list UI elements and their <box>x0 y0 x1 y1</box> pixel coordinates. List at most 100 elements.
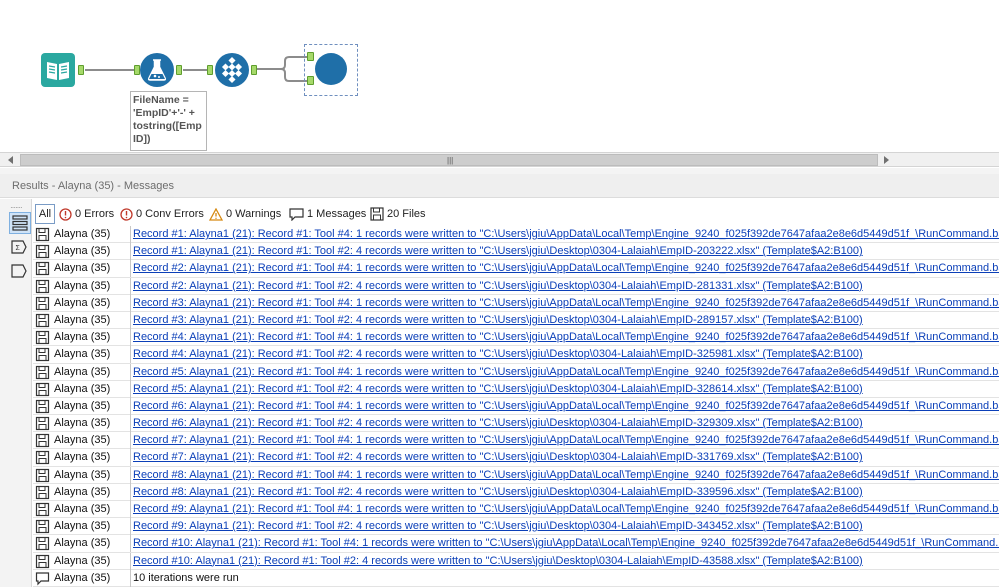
input-anchor[interactable] <box>207 65 213 75</box>
column-divider <box>130 363 131 381</box>
input-anchor[interactable] <box>307 76 314 85</box>
results-title: Results - Alayna (35) - Messages <box>0 174 999 198</box>
filter-files-button[interactable]: 20 Files <box>370 204 426 224</box>
message-link[interactable]: Record #2: Alayna1 (21): Record #1: Tool… <box>133 280 863 292</box>
message-link[interactable]: Record #10: Alayna1 (21): Record #1: Too… <box>133 555 863 567</box>
source-tool: Alayna (35) <box>54 554 111 567</box>
input-anchor[interactable] <box>307 52 314 61</box>
table-row[interactable]: Alayna (35) Record #5: Alayna1 (21): Rec… <box>33 380 999 398</box>
column-divider <box>130 226 131 243</box>
message-link[interactable]: Record #3: Alayna1 (21): Record #1: Tool… <box>133 314 863 326</box>
source-tool: Alayna (35) <box>54 279 111 292</box>
column-divider <box>130 483 131 501</box>
filter-errors-button[interactable]: 0 Errors <box>59 204 114 224</box>
message-link[interactable]: Record #5: Alayna1 (21): Record #1: Tool… <box>133 366 999 378</box>
browse-icon <box>315 53 347 85</box>
file-save-icon <box>35 519 51 534</box>
source-tool: Alayna (35) <box>54 296 111 309</box>
message-link[interactable]: Record #2: Alayna1 (21): Record #1: Tool… <box>133 262 999 274</box>
table-row[interactable]: Alayna (35) Record #4: Alayna1 (21): Rec… <box>33 329 999 347</box>
message-link[interactable]: Record #1: Alayna1 (21): Record #1: Tool… <box>133 245 863 257</box>
column-divider <box>130 329 131 347</box>
message-link[interactable]: Record #7: Alayna1 (21): Record #1: Tool… <box>133 451 863 463</box>
scroll-left-icon[interactable] <box>8 156 13 164</box>
source-tool: Alayna (35) <box>54 571 111 584</box>
source-tool: Alayna (35) <box>54 520 111 533</box>
file-save-icon <box>370 207 384 221</box>
column-divider <box>130 243 131 261</box>
table-row[interactable]: Alayna (35) Record #6: Alayna1 (21): Rec… <box>33 415 999 433</box>
message-link[interactable]: Record #1: Alayna1 (21): Record #1: Tool… <box>133 228 999 240</box>
browse-tool[interactable] <box>314 52 348 86</box>
book-icon <box>41 53 75 87</box>
connection-line <box>85 69 135 71</box>
message-link[interactable]: Record #6: Alayna1 (21): Record #1: Tool… <box>133 400 999 412</box>
message-link[interactable]: Record #4: Alayna1 (21): Record #1: Tool… <box>133 348 863 360</box>
column-divider <box>130 277 131 295</box>
messages-view-button[interactable] <box>9 212 31 234</box>
warning-icon <box>209 207 223 221</box>
table-row[interactable]: Alayna (35) Record #10: Alayna1 (21): Re… <box>33 535 999 553</box>
column-divider <box>130 466 131 484</box>
drag-handle-icon[interactable]: ······· <box>10 203 23 212</box>
message-link[interactable]: Record #9: Alayna1 (21): Record #1: Tool… <box>133 520 863 532</box>
table-row[interactable]: Alayna (35) Record #1: Alayna1 (21): Rec… <box>33 226 999 244</box>
message-link[interactable]: Record #5: Alayna1 (21): Record #1: Tool… <box>133 383 863 395</box>
message-link[interactable]: Record #4: Alayna1 (21): Record #1: Tool… <box>133 331 999 343</box>
summary-view-button[interactable] <box>9 261 31 283</box>
message-link[interactable]: Record #3: Alayna1 (21): Record #1: Tool… <box>133 297 999 309</box>
table-row[interactable]: Alayna (35) Record #7: Alayna1 (21): Rec… <box>33 449 999 467</box>
tag-view-button[interactable]: Σ <box>9 237 31 259</box>
scroll-right-icon[interactable] <box>884 156 889 164</box>
table-row[interactable]: Alayna (35) Record #8: Alayna1 (21): Rec… <box>33 466 999 484</box>
flask-icon <box>140 53 174 87</box>
table-row[interactable]: Alayna (35) Record #10: Alayna1 (21): Re… <box>33 552 999 570</box>
message-link[interactable]: Record #8: Alayna1 (21): Record #1: Tool… <box>133 486 863 498</box>
table-row[interactable]: Alayna (35) Record #9: Alayna1 (21): Rec… <box>33 518 999 536</box>
output-anchor[interactable] <box>78 65 84 75</box>
table-row[interactable]: Alayna (35) Record #7: Alayna1 (21): Rec… <box>33 432 999 450</box>
batch-macro-tool[interactable] <box>214 52 250 88</box>
table-row[interactable]: Alayna (35) Record #3: Alayna1 (21): Rec… <box>33 311 999 330</box>
output-anchor[interactable] <box>176 65 182 75</box>
file-save-icon <box>35 468 51 483</box>
filter-warnings-button[interactable]: 0 Warnings <box>209 204 281 224</box>
table-row[interactable]: Alayna (35) Record #6: Alayna1 (21): Rec… <box>33 397 999 416</box>
table-row[interactable]: Alayna (35) Record #2: Alayna1 (21): Rec… <box>33 277 999 295</box>
canvas-horizontal-scrollbar[interactable]: ||| <box>0 152 999 167</box>
message-icon <box>35 571 51 586</box>
table-row[interactable]: Alayna (35) Record #4: Alayna1 (21): Rec… <box>33 346 999 364</box>
message-link[interactable]: Record #6: Alayna1 (21): Record #1: Tool… <box>133 417 863 429</box>
source-tool: Alayna (35) <box>54 417 111 430</box>
input-data-tool[interactable] <box>41 53 75 87</box>
table-row[interactable]: Alayna (35) Record #1: Alayna1 (21): Rec… <box>33 243 999 261</box>
table-row[interactable]: Alayna (35) Record #3: Alayna1 (21): Rec… <box>33 294 999 312</box>
table-row[interactable]: Alayna (35) Record #2: Alayna1 (21): Rec… <box>33 260 999 278</box>
table-row[interactable]: Alayna (35) Record #9: Alayna1 (21): Rec… <box>33 501 999 519</box>
file-save-icon <box>35 330 51 345</box>
table-row[interactable]: Alayna (35) Record #5: Alayna1 (21): Rec… <box>33 363 999 381</box>
source-tool: Alayna (35) <box>54 348 111 361</box>
formula-annotation: FileName = 'EmpID'+'-' + tostring([Emp I… <box>130 91 207 151</box>
file-save-icon <box>35 416 51 431</box>
file-save-icon <box>35 279 51 294</box>
source-tool: Alayna (35) <box>54 262 111 275</box>
table-row[interactable]: Alayna (35) Record #8: Alayna1 (21): Rec… <box>33 483 999 501</box>
filter-messages-button[interactable]: 1 Messages <box>289 204 366 224</box>
message-link[interactable]: Record #8: Alayna1 (21): Record #1: Tool… <box>133 469 999 481</box>
file-save-icon <box>35 313 51 328</box>
file-save-icon <box>35 261 51 276</box>
table-row[interactable]: Alayna (35) 10 iterations were run <box>33 569 999 587</box>
formula-tool[interactable] <box>139 52 175 88</box>
workflow-canvas[interactable]: FileName = 'EmpID'+'-' + tostring([Emp I… <box>0 0 999 151</box>
conv-errors-count: 0 Conv Errors <box>136 208 204 220</box>
filter-all-button[interactable]: All <box>35 204 55 224</box>
message-link[interactable]: Record #10: Alayna1 (21): Record #1: Too… <box>133 537 999 549</box>
filter-conv-errors-button[interactable]: 0 Conv Errors <box>120 204 204 224</box>
column-divider <box>130 432 131 450</box>
message-link[interactable]: Record #9: Alayna1 (21): Record #1: Tool… <box>133 503 999 515</box>
message-link[interactable]: Record #7: Alayna1 (21): Record #1: Tool… <box>133 434 999 446</box>
source-tool: Alayna (35) <box>54 382 111 395</box>
error-icon <box>59 207 72 221</box>
file-save-icon <box>35 296 51 311</box>
